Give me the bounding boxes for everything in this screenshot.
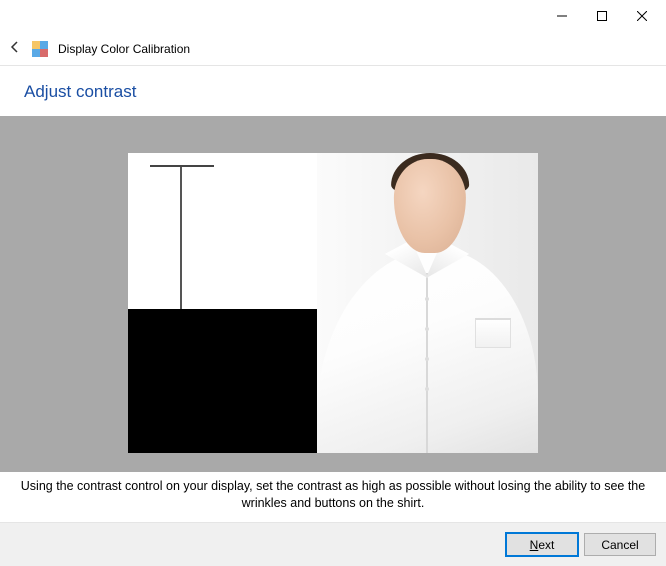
cancel-button[interactable]: Cancel bbox=[584, 533, 656, 556]
next-button[interactable]: Next bbox=[506, 533, 578, 556]
close-button[interactable] bbox=[622, 2, 662, 30]
instruction-text: Using the contrast control on your displ… bbox=[0, 472, 666, 522]
back-icon[interactable] bbox=[8, 40, 22, 57]
contrast-sample-image bbox=[128, 153, 538, 453]
app-icon bbox=[32, 41, 48, 57]
minimize-button[interactable] bbox=[542, 2, 582, 30]
sample-panel bbox=[0, 116, 666, 472]
content-area: Adjust contrast Using the contrast contr… bbox=[0, 66, 666, 522]
titlebar bbox=[0, 0, 666, 32]
wizard-window: Display Color Calibration Adjust contras… bbox=[0, 0, 666, 566]
window-title: Display Color Calibration bbox=[58, 42, 190, 56]
page-title: Adjust contrast bbox=[0, 66, 666, 116]
button-bar: Next Cancel bbox=[0, 522, 666, 566]
maximize-button[interactable] bbox=[582, 2, 622, 30]
header: Display Color Calibration bbox=[0, 32, 666, 66]
